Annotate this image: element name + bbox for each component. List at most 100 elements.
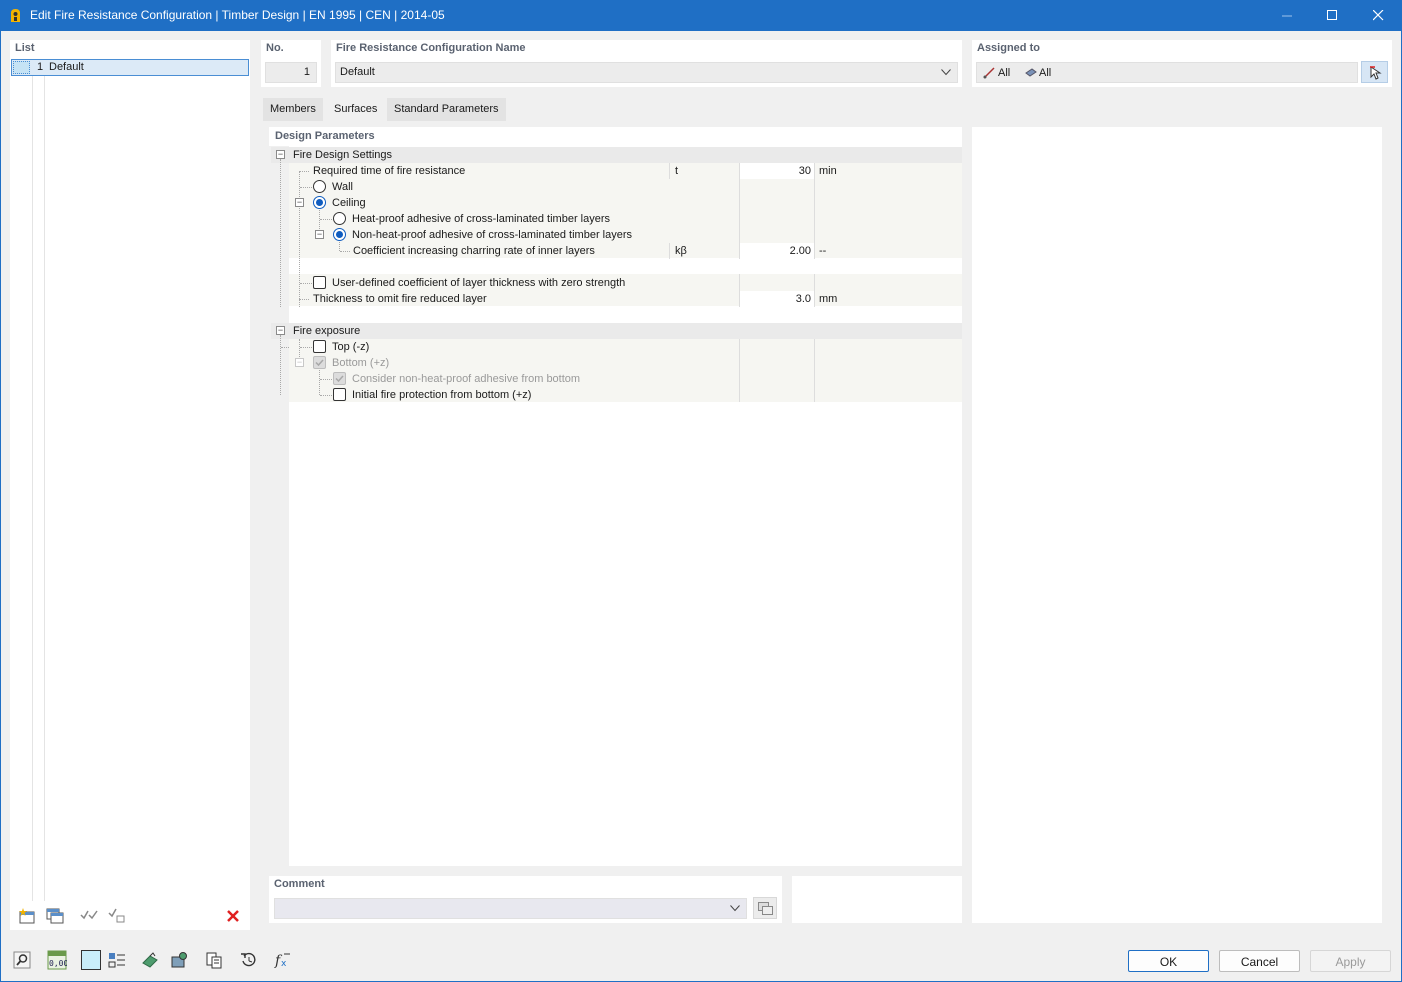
collapse-icon[interactable]: − [295,198,304,207]
tab-surfaces[interactable]: Surfaces [327,98,385,121]
list-item-number: 1 [37,61,44,73]
name-value: Default [340,66,375,78]
close-window-button[interactable] [1355,0,1401,31]
reset-icon [241,952,256,967]
assigned-label: Assigned to [977,42,1040,54]
number-group: No. 1 [261,40,321,87]
uncheck-all-button[interactable] [105,905,129,927]
non-heat-proof-radio[interactable] [333,228,346,241]
user-defined-row: User-defined coefficient of layer thickn… [289,275,962,291]
comment-library-button[interactable] [753,897,777,919]
decimal-places-button[interactable]: 0,00 [44,948,70,972]
app-icon [11,9,20,22]
top-checkbox[interactable] [313,340,326,353]
thickness-label: Thickness to omit fire reduced layer [313,293,487,305]
ceiling-label: Ceiling [332,197,366,209]
collapse-icon: − [295,357,304,367]
consider-checkbox [333,372,346,385]
non-heat-proof-row: − Non-heat-proof adhesive of cross-lamin… [289,227,962,243]
collapse-icon[interactable]: − [276,150,285,159]
cancel-button[interactable]: Cancel [1219,950,1300,972]
non-heat-proof-label: Non-heat-proof adhesive of cross-laminat… [352,229,633,241]
model-settings-button[interactable] [166,948,192,972]
close-icon [1372,10,1383,21]
comment-label: Comment [274,878,325,890]
chevron-down-icon [730,905,740,912]
ceiling-radio[interactable] [313,196,326,209]
reset-button[interactable] [236,948,262,972]
comment-group: Comment [269,876,782,923]
comment-aux-panel [792,876,962,923]
copy-icon [758,902,773,915]
thickness-value[interactable]: 3.0 [740,293,811,305]
heat-proof-radio[interactable] [333,212,346,225]
color-swatch-icon [81,950,101,970]
consider-row: Consider non-heat-proof adhesive from bo… [289,371,962,387]
design-parameters-label: Design Parameters [275,130,375,142]
new-item-button[interactable] [15,905,39,927]
consider-label: Consider non-heat-proof adhesive from bo… [352,373,581,385]
copy-item-button[interactable] [43,905,67,927]
thickness-unit: mm [819,293,838,305]
formula-button[interactable]: fx [270,948,296,972]
bottom-row: − Bottom (+z) [289,355,962,371]
preview-panel [972,127,1382,923]
initial-protection-label: Initial fire protection from bottom (+z) [352,389,532,401]
display-properties-icon [108,953,125,968]
list-item-name: Default [49,61,84,73]
svg-text:0,00: 0,00 [49,959,67,968]
required-time-row: Required time of fire resistance t 30 mi… [289,163,962,179]
checkmark-icon [315,359,324,367]
fire-design-settings-label: Fire Design Settings [293,149,393,161]
heat-proof-row: Heat-proof adhesive of cross-laminated t… [289,211,962,227]
check-all-icon [80,910,98,920]
display-properties-button[interactable] [104,948,130,972]
tab-members[interactable]: Members [263,98,323,121]
initial-protection-checkbox[interactable] [333,388,346,401]
wall-label: Wall [332,181,353,193]
color-button[interactable] [78,948,104,972]
select-objects-button[interactable] [1361,61,1388,83]
wall-radio[interactable] [313,180,326,193]
new-item-icon [19,908,35,924]
search-button[interactable] [9,948,35,972]
name-group: Fire Resistance Configuration Name Defau… [331,40,962,87]
list-label: List [15,42,35,54]
bottom-checkbox [313,356,326,369]
assigned-field[interactable]: All All [976,62,1358,83]
list-item[interactable]: 1 Default [11,59,249,76]
units-button[interactable] [201,948,227,972]
check-all-button[interactable] [77,905,101,927]
rotate-view-button[interactable] [137,948,163,972]
fire-exposure-label: Fire exposure [293,325,361,337]
copy-item-icon [46,908,64,924]
coefficient-row: Coefficient increasing charring rate of … [289,243,962,259]
apply-button[interactable]: Apply [1310,950,1391,972]
coefficient-symbol: kβ [675,245,687,257]
delete-item-button[interactable] [221,905,245,927]
thickness-row: Thickness to omit fire reduced layer 3.0… [289,291,962,307]
required-time-value[interactable]: 30 [740,165,811,177]
user-defined-checkbox[interactable] [313,276,326,289]
delete-icon [227,910,239,922]
collapse-icon[interactable]: − [315,230,324,239]
tab-standard-parameters[interactable]: Standard Parameters [387,98,506,121]
ok-button[interactable]: OK [1128,950,1209,972]
heat-proof-label: Heat-proof adhesive of cross-laminated t… [352,213,611,225]
number-value: 1 [303,66,310,78]
collapse-icon[interactable]: − [276,326,285,335]
coefficient-value[interactable]: 2.00 [740,245,811,257]
model-view-icon [142,952,158,968]
comment-dropdown[interactable] [274,898,747,919]
number-field[interactable]: 1 [265,62,317,83]
required-time-unit: min [819,165,837,177]
required-time-label: Required time of fire resistance [313,165,466,177]
wall-row: Wall [289,179,962,195]
maximize-button[interactable] [1309,0,1355,31]
minimize-button[interactable] [1264,0,1310,31]
ceiling-row: − Ceiling [289,195,962,211]
select-cursor-icon [1370,66,1382,80]
list-panel: List 1 Default [10,40,250,930]
required-time-symbol: t [675,165,679,177]
name-dropdown[interactable]: Default [335,62,958,83]
